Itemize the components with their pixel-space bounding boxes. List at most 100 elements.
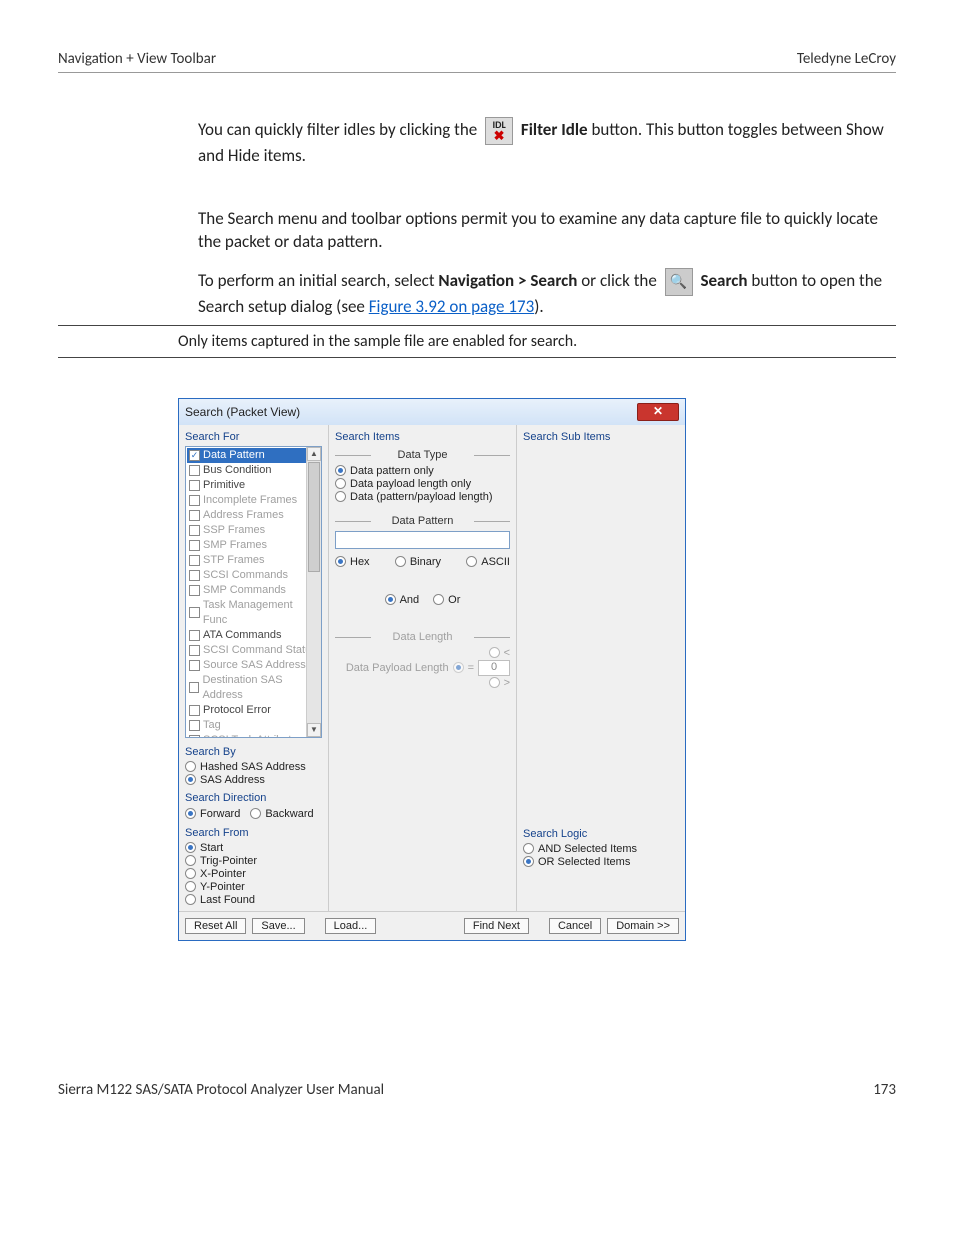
domain-button[interactable]: Domain >> (607, 918, 679, 934)
radio-forward[interactable]: Forward (185, 808, 240, 820)
radio-trig-pointer[interactable]: Trig-Pointer (185, 855, 322, 867)
list-item[interactable]: SSP Frames (187, 523, 320, 538)
search-items-label: Search Items (335, 431, 510, 443)
header-right: Teledyne LeCroy (797, 50, 896, 68)
radio-or[interactable]: Or (433, 594, 460, 606)
checkbox[interactable] (189, 735, 200, 738)
checkbox[interactable] (189, 585, 200, 596)
list-item[interactable]: Task Management Func (187, 598, 320, 628)
dialog-title: Search (Packet View) (185, 405, 300, 419)
list-item[interactable]: SCSI Task Attribute (187, 733, 320, 738)
filter-idle-label: Filter Idle (521, 119, 588, 140)
list-item[interactable]: Address Frames (187, 508, 320, 523)
list-item[interactable]: Bus Condition (187, 463, 320, 478)
checkbox[interactable] (189, 660, 200, 671)
checkbox[interactable] (189, 495, 200, 506)
radio-or-selected[interactable]: OR Selected Items (523, 856, 679, 868)
radio-hex[interactable]: Hex (335, 556, 370, 568)
radio-lt: < (335, 647, 510, 659)
list-item[interactable]: SMP Frames (187, 538, 320, 553)
radio-data-payload-length-only[interactable]: Data payload length only (335, 478, 510, 490)
list-item[interactable]: Source SAS Address (187, 658, 320, 673)
checkbox[interactable] (189, 540, 200, 551)
checkbox[interactable] (189, 682, 199, 693)
checkbox[interactable] (189, 480, 200, 491)
list-item[interactable]: Protocol Error (187, 703, 320, 718)
search-sub-items-label: Search Sub Items (523, 431, 679, 443)
radio-y-pointer[interactable]: Y-Pointer (185, 881, 322, 893)
footer-right: 173 (873, 1081, 896, 1099)
radio-start[interactable]: Start (185, 842, 322, 854)
filter-idle-icon[interactable]: IDL✖ (485, 117, 513, 145)
search-logic-label: Search Logic (523, 828, 679, 840)
search-button-label: Search (700, 270, 747, 291)
search-icon[interactable]: 🔍 (665, 268, 693, 296)
titlebar: Search (Packet View) ✕ (179, 399, 685, 425)
radio-gt: > (335, 677, 510, 689)
checkbox[interactable] (189, 465, 200, 476)
list-item[interactable]: ✓Data Pattern (187, 448, 320, 463)
search-direction-label: Search Direction (185, 792, 322, 804)
reset-all-button[interactable]: Reset All (185, 918, 246, 934)
cancel-button[interactable]: Cancel (549, 918, 601, 934)
scroll-up-icon[interactable]: ▲ (307, 447, 321, 461)
radio-hashed-sas[interactable]: Hashed SAS Address (185, 761, 322, 773)
checkbox[interactable] (189, 607, 200, 618)
text: ). (534, 296, 543, 317)
list-item[interactable]: SCSI Commands (187, 568, 320, 583)
text: To perform an initial search, select (198, 270, 438, 291)
find-next-button[interactable]: Find Next (464, 918, 529, 934)
list-item[interactable]: STP Frames (187, 553, 320, 568)
text: You can quickly filter idles by clicking… (198, 119, 481, 140)
search-for-listbox[interactable]: ✓Data PatternBus ConditionPrimitiveIncom… (185, 446, 322, 738)
checkbox[interactable] (189, 630, 200, 641)
note-box: Only items captured in the sample file a… (58, 325, 896, 358)
close-icon[interactable]: ✕ (637, 403, 679, 421)
checkbox[interactable] (189, 510, 200, 521)
search-by-label: Search By (185, 746, 322, 758)
footer-left: Sierra M122 SAS/SATA Protocol Analyzer U… (58, 1081, 384, 1099)
scroll-down-icon[interactable]: ▼ (307, 723, 321, 737)
list-item[interactable]: Primitive (187, 478, 320, 493)
checkbox[interactable]: ✓ (189, 450, 200, 461)
scrollbar[interactable]: ▲ ▼ (306, 447, 321, 737)
checkbox[interactable] (189, 705, 200, 716)
radio-and-selected[interactable]: AND Selected Items (523, 843, 679, 855)
data-pattern-label: Data Pattern (335, 515, 510, 527)
search-for-label: Search For (185, 431, 322, 443)
checkbox[interactable] (189, 645, 200, 656)
checkbox[interactable] (189, 720, 200, 731)
list-item[interactable]: ATA Commands (187, 628, 320, 643)
search-from-label: Search From (185, 827, 322, 839)
radio-and[interactable]: And (385, 594, 420, 606)
paragraph-search-intro: The Search menu and toolbar options perm… (198, 208, 896, 254)
paragraph-filter-idle: You can quickly filter idles by clicking… (198, 117, 896, 168)
radio-backward[interactable]: Backward (250, 808, 313, 820)
data-length-label: Data Length (335, 631, 510, 643)
nav-search-path: Navigation > Search (438, 270, 577, 291)
radio-binary[interactable]: Binary (395, 556, 441, 568)
load-button[interactable]: Load... (325, 918, 377, 934)
checkbox[interactable] (189, 570, 200, 581)
list-item[interactable]: Incomplete Frames (187, 493, 320, 508)
data-pattern-input[interactable] (335, 531, 510, 549)
data-type-label: Data Type (335, 449, 510, 461)
checkbox[interactable] (189, 525, 200, 536)
radio-x-pointer[interactable]: X-Pointer (185, 868, 322, 880)
radio-sas-address[interactable]: SAS Address (185, 774, 322, 786)
radio-data-pattern-payload[interactable]: Data (pattern/payload length) (335, 491, 510, 503)
header-left: Navigation + View Toolbar (58, 50, 216, 68)
checkbox[interactable] (189, 555, 200, 566)
list-item[interactable]: SMP Commands (187, 583, 320, 598)
list-item[interactable]: SCSI Command Status (187, 643, 320, 658)
data-payload-length-row: Data Payload Length = 0 (335, 660, 510, 676)
list-item[interactable]: Destination SAS Address (187, 673, 320, 703)
scroll-thumb[interactable] (308, 462, 320, 572)
radio-ascii[interactable]: ASCII (466, 556, 510, 568)
figure-link[interactable]: Figure 3.92 on page 173 (369, 296, 534, 317)
save-button[interactable]: Save... (252, 918, 304, 934)
list-item[interactable]: Tag (187, 718, 320, 733)
radio-last-found[interactable]: Last Found (185, 894, 322, 906)
data-payload-length-input[interactable]: 0 (478, 660, 510, 676)
radio-data-pattern-only[interactable]: Data pattern only (335, 465, 510, 477)
